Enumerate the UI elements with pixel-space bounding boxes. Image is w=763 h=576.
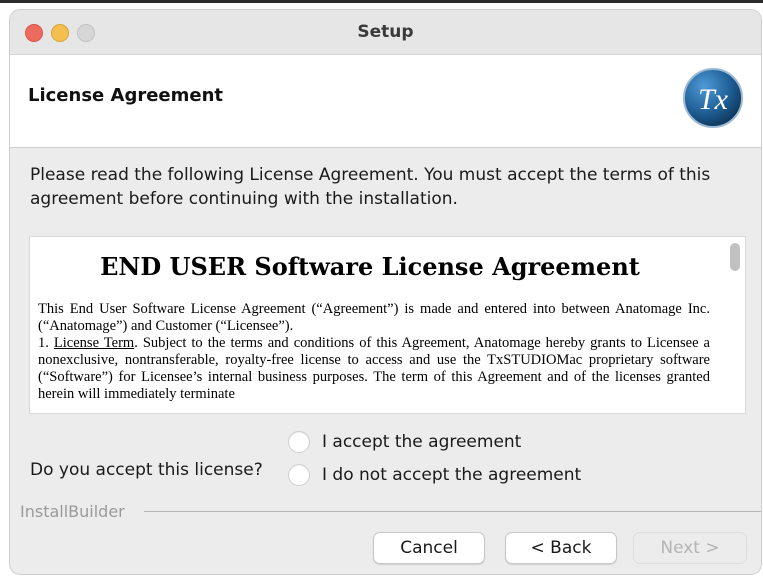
- page-title: License Agreement: [28, 85, 224, 106]
- top-rule: [0, 0, 763, 3]
- license-text-area[interactable]: END USER Software License Agreement This…: [29, 236, 746, 414]
- tx-logo-icon: Tx: [683, 68, 743, 128]
- logo-text: Tx: [698, 83, 729, 116]
- license-item-number: 1.: [38, 335, 49, 351]
- accept-option[interactable]: I accept the agreement: [288, 430, 521, 454]
- decline-radio[interactable]: [288, 464, 310, 486]
- license-body: This End User Software License Agreement…: [38, 301, 710, 403]
- decline-label[interactable]: I do not accept the agreement: [322, 465, 581, 485]
- setup-window: Setup License Agreement Tx Please read t…: [10, 10, 761, 574]
- decline-option[interactable]: I do not accept the agreement: [288, 463, 581, 487]
- license-item: 1. License Term. Subject to the terms an…: [38, 335, 710, 403]
- cancel-button[interactable]: Cancel: [373, 532, 485, 564]
- header-band: License Agreement Tx: [10, 55, 761, 148]
- window-title: Setup: [357, 22, 414, 42]
- accept-radio[interactable]: [288, 431, 310, 453]
- scroll-thumb[interactable]: [730, 243, 740, 271]
- installbuilder-separator: InstallBuilder: [10, 502, 761, 522]
- title-bar: Setup: [10, 10, 761, 55]
- accept-label[interactable]: I accept the agreement: [322, 432, 521, 452]
- license-paragraph: This End User Software License Agreement…: [38, 301, 710, 334]
- intro-text: Please read the following License Agreem…: [30, 165, 711, 209]
- license-term-heading: License Term: [53, 335, 135, 351]
- back-button[interactable]: < Back: [505, 532, 617, 564]
- accept-question: Do you accept this license?: [30, 460, 263, 480]
- next-button[interactable]: Next >: [633, 532, 747, 564]
- separator-line: [144, 511, 761, 512]
- license-item-text: . Subject to the terms and conditions of…: [38, 335, 710, 402]
- license-heading: END USER Software License Agreement: [100, 252, 640, 281]
- installbuilder-label: InstallBuilder: [20, 502, 125, 521]
- license-scrollbar[interactable]: [730, 243, 740, 407]
